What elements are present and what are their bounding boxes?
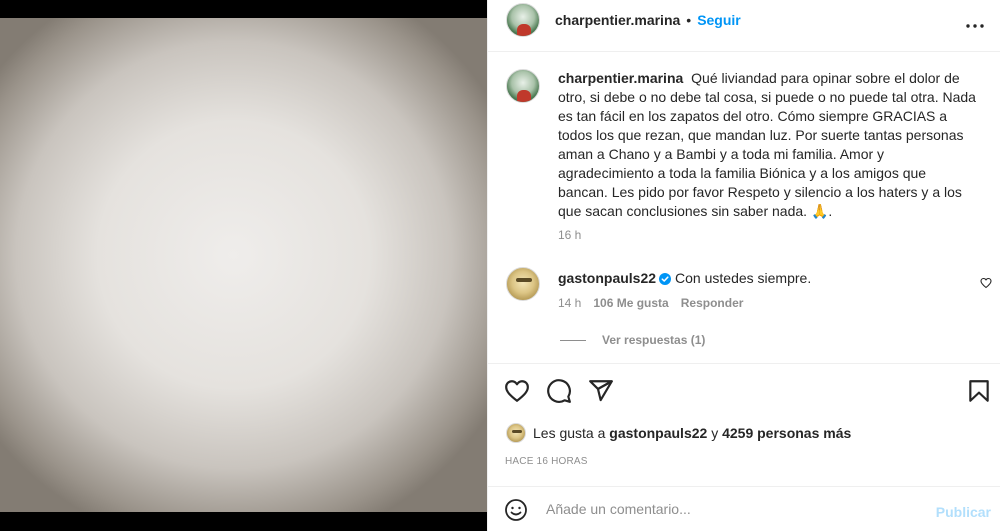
actions-divider xyxy=(488,363,1000,364)
verified-badge-icon xyxy=(659,273,672,285)
caption-text: Qué liviandad para opinar sobre el dolor… xyxy=(558,70,976,219)
author-avatar[interactable] xyxy=(506,3,540,37)
likes-prefix: Les gusta a xyxy=(533,425,606,441)
post-header: charpentier.marina • Seguir xyxy=(488,0,1000,52)
liker-username[interactable]: gastonpauls22 xyxy=(609,425,707,441)
bookmark-icon xyxy=(966,378,992,404)
heart-icon xyxy=(504,378,530,404)
more-icon xyxy=(966,24,984,28)
comment-like-button[interactable] xyxy=(980,277,992,289)
follow-button[interactable]: Seguir xyxy=(697,12,741,28)
comment-likes[interactable]: 106 Me gusta xyxy=(593,296,668,310)
view-replies-button[interactable]: Ver respuestas (1) xyxy=(560,333,705,347)
save-button[interactable] xyxy=(966,378,992,404)
caption-username[interactable]: charpentier.marina xyxy=(558,70,683,86)
commenter-avatar[interactable] xyxy=(506,267,540,301)
likes-conjunction: y xyxy=(711,425,719,441)
liker-avatar[interactable] xyxy=(506,423,526,443)
comment-time[interactable]: 14 h xyxy=(558,296,581,310)
emoji-button[interactable] xyxy=(504,498,528,522)
post-caption: charpentier.marina Qué liviandad para op… xyxy=(558,69,978,221)
comment-input[interactable] xyxy=(546,495,906,523)
share-button[interactable] xyxy=(588,378,614,404)
likes-text: Les gusta a gastonpauls22 y 4259 persona… xyxy=(533,425,851,441)
comment-meta: 14 h 106 Me gusta Responder xyxy=(558,296,743,310)
caption-avatar[interactable] xyxy=(506,69,540,103)
view-replies-label: Ver respuestas (1) xyxy=(602,333,706,347)
publish-button[interactable]: Publicar xyxy=(936,504,991,520)
post-details-panel: charpentier.marina • Seguir charpentier.… xyxy=(487,0,1000,531)
more-options-button[interactable] xyxy=(963,14,987,38)
heart-icon xyxy=(980,277,992,289)
post-media[interactable] xyxy=(0,0,487,531)
comment: gastonpauls22 Con ustedes siempre. xyxy=(558,269,811,287)
emoji-icon xyxy=(504,498,528,522)
comment-text: Con ustedes siempre. xyxy=(675,270,812,286)
like-button[interactable] xyxy=(504,378,530,404)
post-image[interactable] xyxy=(0,18,487,512)
likes-count[interactable]: 4259 personas más xyxy=(722,425,851,441)
header-separator: • xyxy=(686,12,692,28)
author-username[interactable]: charpentier.marina xyxy=(555,12,680,28)
post-timestamp[interactable]: HACE 16 HORAS xyxy=(505,456,588,467)
likes-summary: Les gusta a gastonpauls22 y 4259 persona… xyxy=(506,423,851,443)
caption-time[interactable]: 16 h xyxy=(558,228,581,242)
reply-button[interactable]: Responder xyxy=(681,296,744,310)
replies-divider xyxy=(560,339,586,341)
comment-button[interactable] xyxy=(546,378,572,404)
header-user-row: charpentier.marina • Seguir xyxy=(555,12,741,28)
share-icon xyxy=(588,378,614,404)
commenter-username[interactable]: gastonpauls22 xyxy=(558,270,656,286)
comment-icon xyxy=(546,378,572,404)
post-actions xyxy=(504,378,614,404)
add-comment-bar: Publicar xyxy=(488,486,1000,531)
